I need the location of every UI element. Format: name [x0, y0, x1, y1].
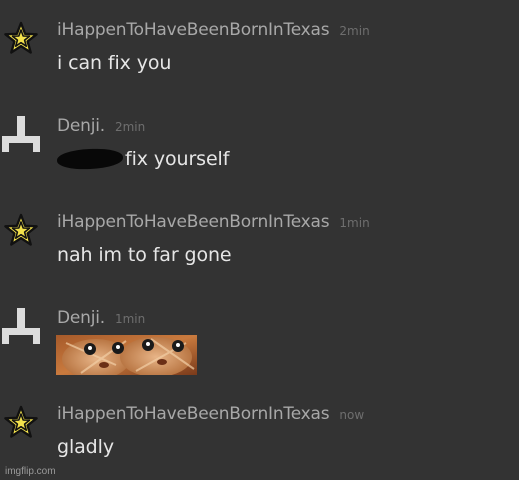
redaction-mark [56, 147, 124, 171]
timestamp: 1min [114, 312, 146, 326]
message-header: Denji. 1min [57, 308, 145, 332]
image-thumbnail [56, 335, 197, 375]
star-icon [4, 21, 38, 54]
star-icon [4, 213, 38, 246]
timestamp: now [339, 408, 365, 422]
message-body: fix yourself [56, 147, 230, 171]
timestamp: 2min [339, 24, 370, 38]
username[interactable]: iHappenToHaveBeenBornInTexas [57, 404, 330, 424]
message-header: Denji. 2min [57, 116, 145, 140]
chat-log: iHappenToHaveBeenBornInTexas 2min i can f… [0, 0, 519, 480]
message-header: iHappenToHaveBeenBornInTexas 2min [57, 20, 370, 44]
chat-message: Denji. 1min [0, 308, 519, 378]
message-header: iHappenToHaveBeenBornInTexas 1min [57, 212, 370, 236]
avatar[interactable] [2, 116, 40, 154]
timestamp: 1min [339, 216, 370, 230]
chat-message: iHappenToHaveBeenBornInTexas 2min i can f… [0, 20, 519, 90]
message-header: iHappenToHaveBeenBornInTexas now [57, 404, 364, 428]
chat-message: iHappenToHaveBeenBornInTexas now gladly [0, 404, 519, 474]
message-text: i can fix you [57, 52, 172, 74]
avatar[interactable] [2, 212, 40, 250]
username[interactable]: iHappenToHaveBeenBornInTexas [57, 212, 330, 232]
username[interactable]: Denji. [57, 116, 105, 136]
message-text: gladly [57, 436, 114, 458]
username[interactable]: iHappenToHaveBeenBornInTexas [57, 20, 330, 40]
message-text: nah im to far gone [57, 244, 232, 266]
avatar[interactable] [2, 404, 40, 442]
chat-message: iHappenToHaveBeenBornInTexas 1min nah im … [0, 212, 519, 282]
message-text: fix yourself [125, 148, 230, 170]
avatar[interactable] [2, 308, 40, 346]
chat-message: Denji. 2min fix yourself [0, 116, 519, 186]
timestamp: 2min [114, 120, 146, 134]
imgflip-watermark: imgflip.com [5, 466, 56, 477]
image-attachment[interactable] [56, 335, 197, 375]
star-icon [4, 405, 38, 438]
tau-cross-icon [2, 116, 40, 152]
avatar[interactable] [2, 20, 40, 58]
username[interactable]: Denji. [57, 308, 105, 328]
tau-cross-icon [2, 308, 40, 344]
